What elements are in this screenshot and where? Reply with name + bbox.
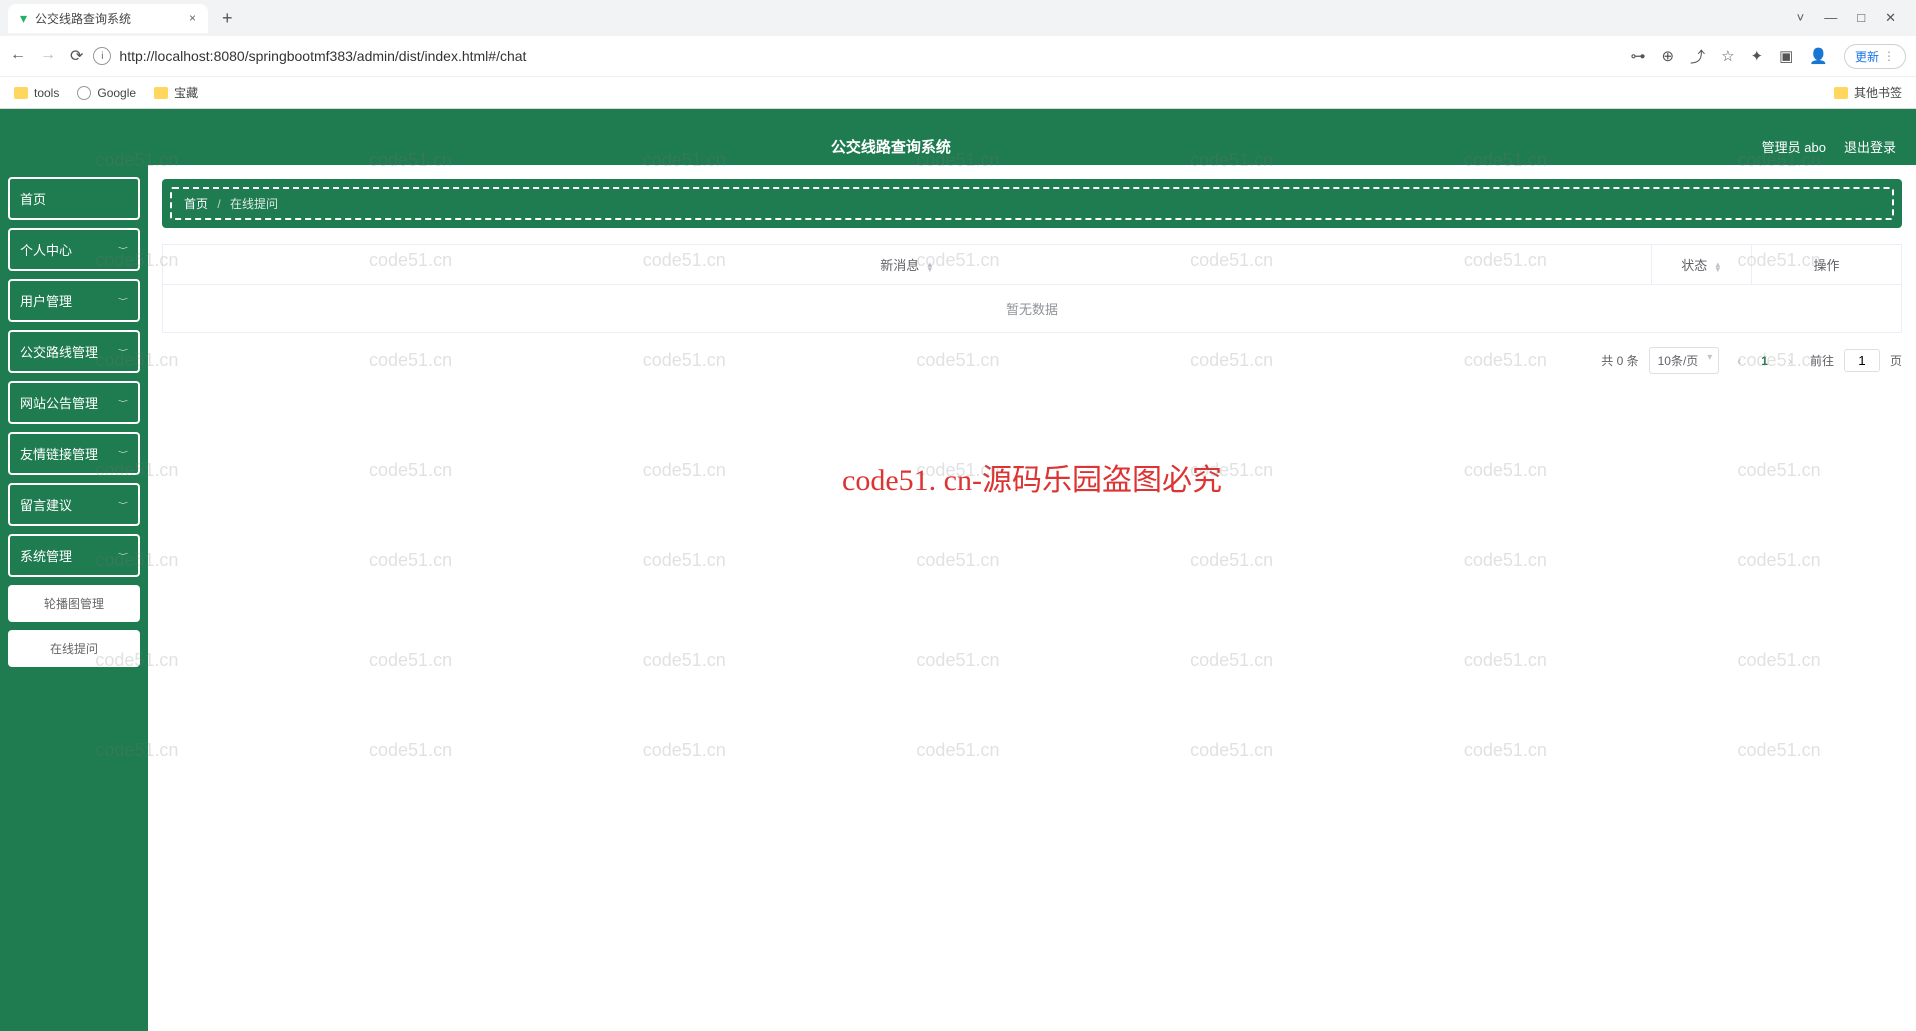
table-header: 新消息 ▲▼ 状态 ▲▼ 操作 [163,245,1901,285]
menu-dots-icon: ⋮ [1883,49,1895,63]
sidebar-item-profile[interactable]: 个人中心 ﹀ [8,228,140,271]
bookmark-google[interactable]: Google [77,86,136,100]
pagination: 共 0 条 10条/页 ‹ 1 › 前往 页 [162,347,1902,374]
share-icon[interactable]: ⤴ [1690,46,1705,67]
app-title: 公交线路查询系统 [20,136,1762,157]
google-icon [77,86,91,100]
minimize-button[interactable]: — [1824,10,1837,26]
page-number-current[interactable]: 1 [1753,350,1776,372]
sidebar-subitem-chat[interactable]: 在线提问 [8,630,140,667]
bookmark-other[interactable]: 其他书签 [1834,84,1902,101]
chevron-down-icon: ﹀ [118,296,128,305]
panel-icon[interactable]: ▣ [1779,47,1793,65]
table-empty: 暂无数据 [163,285,1901,332]
chevron-down-icon: ﹀ [118,449,128,458]
forward-button[interactable]: → [40,46,56,66]
dropdown-icon[interactable]: ˅ [1797,10,1805,26]
folder-icon [154,87,168,99]
new-tab-button[interactable]: + [214,8,241,29]
chevron-down-icon: ﹀ [118,245,128,254]
site-info-icon[interactable]: i [93,47,111,65]
key-icon[interactable]: ⊶ [1630,47,1645,65]
breadcrumb: 首页 / 在线提问 [170,187,1894,220]
sidebar-item-announcements[interactable]: 网站公告管理 ﹀ [8,381,140,424]
sidebar-item-home[interactable]: 首页 [8,177,140,220]
reload-button[interactable]: ⟳ [70,46,83,66]
pagination-total: 共 0 条 [1601,352,1638,369]
bookmarks-bar: tools Google 宝藏 其他书签 [0,76,1916,108]
bookmark-treasure[interactable]: 宝藏 [154,84,198,101]
sidebar-item-users[interactable]: 用户管理 ﹀ [8,279,140,322]
back-button[interactable]: ← [10,46,26,66]
browser-tab[interactable]: ▾ 公交线路查询系统 × [8,4,208,33]
window-controls: ˅ — □ ✕ [1797,10,1908,26]
url-text: http://localhost:8080/springbootmf383/ad… [119,48,526,64]
goto-suffix: 页 [1890,352,1902,369]
header-scallop [0,109,1916,127]
bookmark-icon[interactable]: ☆ [1721,47,1734,65]
user-label[interactable]: 管理员 abo [1762,137,1826,156]
browser-chrome: ▾ 公交线路查询系统 × + ˅ — □ ✕ ← → ⟳ i http://lo… [0,0,1916,109]
column-status[interactable]: 状态 ▲▼ [1651,245,1751,284]
goto-prefix: 前往 [1810,352,1834,369]
sidebar-item-system[interactable]: 系统管理 ﹀ [8,534,140,577]
extensions-icon[interactable]: ✦ [1751,47,1764,65]
logout-button[interactable]: 退出登录 [1844,137,1896,156]
nav-bar: ← → ⟳ i http://localhost:8080/springboot… [0,36,1916,76]
maximize-button[interactable]: □ [1857,10,1865,26]
sidebar-item-feedback[interactable]: 留言建议 ﹀ [8,483,140,526]
main-content: 首页 / 在线提问 新消息 ▲▼ 状态 ▲▼ 操作 [148,165,1916,1031]
chevron-down-icon: ﹀ [118,398,128,407]
tab-title: 公交线路查询系统 [35,10,131,27]
update-button[interactable]: 更新 ⋮ [1844,44,1906,69]
chevron-down-icon: ﹀ [118,500,128,509]
tab-favicon-icon: ▾ [20,10,27,27]
prev-page-button[interactable]: ‹ [1729,350,1749,372]
data-table: 新消息 ▲▼ 状态 ▲▼ 操作 暂无数据 [162,244,1902,333]
sort-icon: ▲▼ [1714,262,1722,272]
breadcrumb-wrap: 首页 / 在线提问 [162,179,1902,228]
sidebar-item-links[interactable]: 友情链接管理 ﹀ [8,432,140,475]
watermark-text: code51. cn-源码乐园盗图必究 [842,455,1222,499]
breadcrumb-current: 在线提问 [230,197,278,211]
chevron-down-icon: ﹀ [118,551,128,560]
sidebar: 首页 个人中心 ﹀ 用户管理 ﹀ 公交路线管理 ﹀ 网站公告管理 ﹀ 友情链接管… [0,165,148,1031]
page-size-select[interactable]: 10条/页 [1649,347,1720,374]
next-page-button[interactable]: › [1780,350,1800,372]
tab-close-icon[interactable]: × [189,11,196,25]
window-close-button[interactable]: ✕ [1885,10,1896,26]
tab-bar: ▾ 公交线路查询系统 × + ˅ — □ ✕ [0,0,1916,36]
breadcrumb-home[interactable]: 首页 [184,197,208,211]
app-header: 公交线路查询系统 管理员 abo 退出登录 [0,127,1916,165]
sidebar-subitem-carousel[interactable]: 轮播图管理 [8,585,140,622]
sort-icon: ▲▼ [926,262,934,272]
chevron-down-icon: ﹀ [118,347,128,356]
sidebar-item-routes[interactable]: 公交路线管理 ﹀ [8,330,140,373]
column-action: 操作 [1751,245,1901,284]
goto-page-input[interactable] [1844,349,1880,372]
folder-icon [14,87,28,99]
folder-icon [1834,87,1848,99]
search-icon[interactable]: ⊕ [1661,47,1674,65]
profile-icon[interactable]: 👤 [1809,47,1828,65]
address-bar[interactable]: i http://localhost:8080/springbootmf383/… [93,47,1620,65]
bookmark-tools[interactable]: tools [14,86,59,100]
column-message[interactable]: 新消息 ▲▼ [163,245,1651,284]
app-root: 公交线路查询系统 管理员 abo 退出登录 首页 个人中心 ﹀ 用户管理 ﹀ 公… [0,109,1916,1031]
